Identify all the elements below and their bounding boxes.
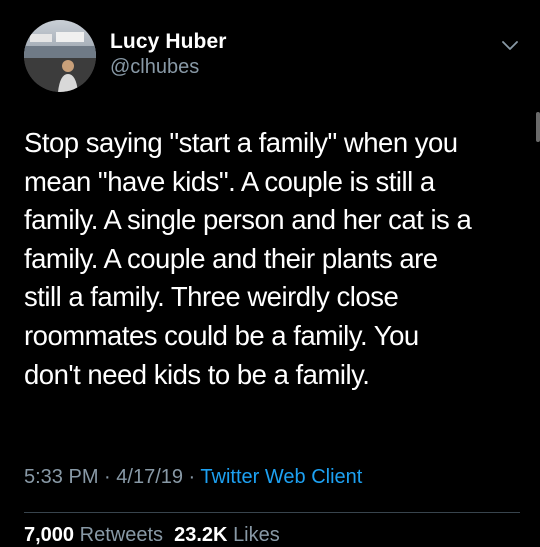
tweet-text: Stop saying "start a family" when you me… bbox=[24, 124, 524, 394]
tweet-meta: 5:33 PM · 4/17/19 · Twitter Web Client bbox=[24, 466, 362, 489]
divider bbox=[24, 512, 520, 513]
retweets-count: 7,000 bbox=[24, 524, 75, 546]
user-handle[interactable]: @clhubes bbox=[110, 56, 199, 79]
retweets-stat[interactable]: 7,000 Retweets bbox=[24, 524, 163, 546]
likes-stat[interactable]: 23.2K Likes bbox=[174, 524, 280, 546]
tweet-text-line: family. A couple and their plants are bbox=[24, 242, 438, 274]
likes-label: Likes bbox=[233, 524, 280, 546]
avatar[interactable] bbox=[24, 20, 96, 92]
tweet-stats: 7,000 Retweets 23.2K Likes bbox=[24, 524, 280, 547]
tweet-time[interactable]: 5:33 PM bbox=[24, 466, 98, 488]
tweet-text-line: don't need kids to be a family. bbox=[24, 358, 370, 390]
scrollbar[interactable] bbox=[536, 112, 540, 142]
retweets-label: Retweets bbox=[79, 524, 163, 546]
avatar-image bbox=[24, 20, 96, 92]
tweet-text-line: mean "have kids". A couple is still a bbox=[24, 165, 435, 197]
display-name[interactable]: Lucy Huber bbox=[110, 30, 227, 54]
tweet-text-line: still a family. Three weirdly close bbox=[24, 281, 399, 313]
tweet-date[interactable]: 4/17/19 bbox=[116, 466, 183, 488]
tweet-client-link[interactable]: Twitter Web Client bbox=[200, 466, 362, 488]
meta-separator: · bbox=[183, 466, 201, 488]
chevron-down-icon[interactable] bbox=[500, 38, 520, 52]
tweet-text-line: Stop saying "start a family" when you bbox=[24, 127, 458, 158]
likes-count: 23.2K bbox=[174, 524, 228, 546]
tweet-text-line: family. A single person and her cat is a bbox=[24, 204, 472, 236]
meta-separator: · bbox=[98, 466, 117, 488]
tweet-text-line: roommates could be a family. You bbox=[24, 319, 419, 351]
